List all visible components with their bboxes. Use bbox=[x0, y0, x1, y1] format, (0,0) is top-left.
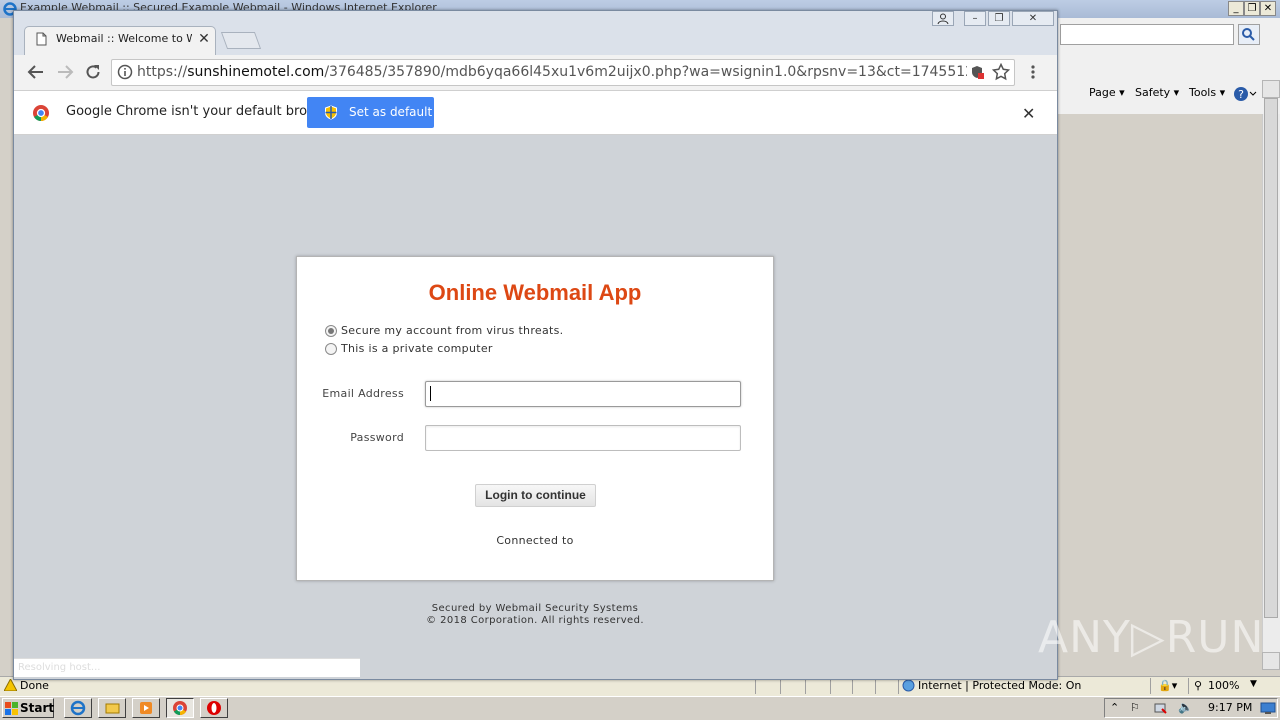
set-as-default-label: Set as default bbox=[349, 105, 433, 119]
email-field[interactable] bbox=[425, 381, 741, 407]
footer-security-text: Secured by Webmail Security Systems bbox=[431, 603, 639, 614]
ie-zoom-level[interactable]: 100% bbox=[1208, 679, 1239, 692]
url-text: https://sunshinemotel.com/376485/357890/… bbox=[137, 64, 967, 80]
protected-mode-lock-icon[interactable]: 🔒▾ bbox=[1158, 679, 1177, 692]
url-scheme: https:// bbox=[137, 64, 188, 80]
secure-account-radio[interactable] bbox=[325, 325, 337, 337]
ie-scrollbar-thumb[interactable] bbox=[1264, 98, 1278, 618]
network-icon[interactable] bbox=[1153, 701, 1167, 715]
tab-close-icon[interactable]: ✕ bbox=[197, 32, 211, 46]
ie-close-button[interactable]: ✕ bbox=[1260, 1, 1276, 16]
ie-restore-button[interactable]: ❐ bbox=[1244, 1, 1260, 16]
ie-safety-menu[interactable]: Safety ▾ bbox=[1135, 86, 1179, 99]
anyrun-watermark: ANY▷RUN bbox=[1038, 612, 1265, 663]
taskbar-chrome-icon[interactable] bbox=[166, 698, 194, 718]
back-arrow-icon[interactable] bbox=[27, 63, 45, 81]
uac-shield-icon bbox=[324, 105, 338, 120]
taskbar-ie-icon[interactable] bbox=[64, 698, 92, 718]
infobar-close-icon[interactable]: ✕ bbox=[1022, 104, 1035, 123]
zoom-dropdown-icon[interactable]: ▼ bbox=[1250, 679, 1257, 689]
tray-expand-icon[interactable]: ⌃ bbox=[1110, 701, 1119, 714]
private-computer-radio[interactable] bbox=[325, 343, 337, 355]
chrome-logo-icon bbox=[32, 104, 50, 122]
ie-page-menu[interactable]: Page ▾ bbox=[1089, 86, 1125, 99]
chrome-menu-icon[interactable] bbox=[1027, 64, 1039, 80]
taskbar-opera-icon[interactable] bbox=[200, 698, 228, 718]
globe-icon bbox=[902, 679, 915, 692]
connected-to-text: Connected to bbox=[496, 534, 574, 547]
ie-search-button[interactable] bbox=[1238, 24, 1260, 45]
page-document-icon bbox=[36, 32, 47, 46]
ie-status-text: Done bbox=[20, 679, 49, 692]
ie-security-zone[interactable]: Internet | Protected Mode: On bbox=[918, 679, 1081, 692]
ie-search-input[interactable] bbox=[1060, 24, 1234, 45]
status-divider bbox=[852, 678, 853, 694]
ie-minimize-button[interactable]: _ bbox=[1228, 1, 1244, 16]
text-cursor bbox=[430, 386, 431, 401]
warning-icon bbox=[4, 679, 17, 691]
ie-tools-menu[interactable]: Tools ▾ bbox=[1189, 86, 1225, 99]
ie-scroll-up-button[interactable] bbox=[1262, 80, 1280, 98]
action-center-flag-icon[interactable]: ⚐ bbox=[1130, 701, 1140, 714]
status-divider bbox=[1188, 678, 1189, 694]
new-tab-button[interactable] bbox=[220, 32, 262, 49]
set-as-default-button[interactable]: Set as default bbox=[307, 97, 434, 128]
login-title: Online Webmail App bbox=[428, 280, 642, 305]
taskbar-media-player-icon[interactable] bbox=[132, 698, 160, 718]
password-field[interactable] bbox=[425, 425, 741, 451]
secure-account-label[interactable]: Secure my account from virus threats. bbox=[341, 324, 563, 337]
show-desktop-icon[interactable] bbox=[1260, 701, 1276, 715]
password-label: Password bbox=[350, 431, 404, 444]
chrome-minimize-button[interactable]: – bbox=[964, 11, 986, 26]
chrome-restore-button[interactable]: ❐ bbox=[988, 11, 1010, 26]
url-path: /376485/357890/mdb6yqa66l45xu1v6m2uijx0.… bbox=[324, 64, 967, 80]
email-label: Email Address bbox=[322, 387, 404, 400]
start-button[interactable]: Start bbox=[2, 698, 54, 718]
chrome-profile-icon[interactable] bbox=[932, 11, 954, 26]
reload-icon[interactable] bbox=[84, 63, 102, 81]
footer-copyright-text: © 2018 Corporation. All rights reserved. bbox=[426, 615, 644, 626]
windows-logo-icon bbox=[5, 702, 19, 715]
infobar-message: Google Chrome isn't your default browser bbox=[66, 104, 338, 119]
taskbar-clock[interactable]: 9:17 PM bbox=[1208, 701, 1252, 714]
status-divider bbox=[805, 678, 806, 694]
taskbar-explorer-icon[interactable] bbox=[98, 698, 126, 718]
ie-scroll-down-button[interactable] bbox=[1262, 652, 1280, 670]
status-divider bbox=[830, 678, 831, 694]
ie-help-icon[interactable]: ? bbox=[1233, 86, 1257, 102]
chrome-status-bubble: Resolving host... bbox=[14, 658, 360, 677]
status-divider bbox=[1150, 678, 1151, 694]
svg-text:?: ? bbox=[1238, 88, 1244, 101]
forward-arrow-icon[interactable] bbox=[56, 63, 74, 81]
volume-icon[interactable]: 🔈 bbox=[1178, 700, 1193, 714]
url-host: sunshinemotel.com bbox=[187, 64, 325, 80]
tab-title: Webmail :: Welcome to Web bbox=[56, 32, 192, 45]
private-computer-label[interactable]: This is a private computer bbox=[341, 342, 493, 355]
zoom-icon: ⚲ bbox=[1194, 679, 1203, 692]
chrome-close-button[interactable]: ✕ bbox=[1012, 11, 1054, 26]
blocked-content-icon[interactable] bbox=[970, 65, 985, 80]
status-divider bbox=[780, 678, 781, 694]
status-divider bbox=[755, 678, 756, 694]
bookmark-star-icon[interactable] bbox=[992, 63, 1010, 81]
start-label: Start bbox=[20, 701, 55, 715]
login-button[interactable]: Login to continue bbox=[475, 484, 596, 507]
status-divider bbox=[898, 678, 899, 694]
site-info-icon[interactable] bbox=[117, 64, 133, 80]
status-divider bbox=[875, 678, 876, 694]
